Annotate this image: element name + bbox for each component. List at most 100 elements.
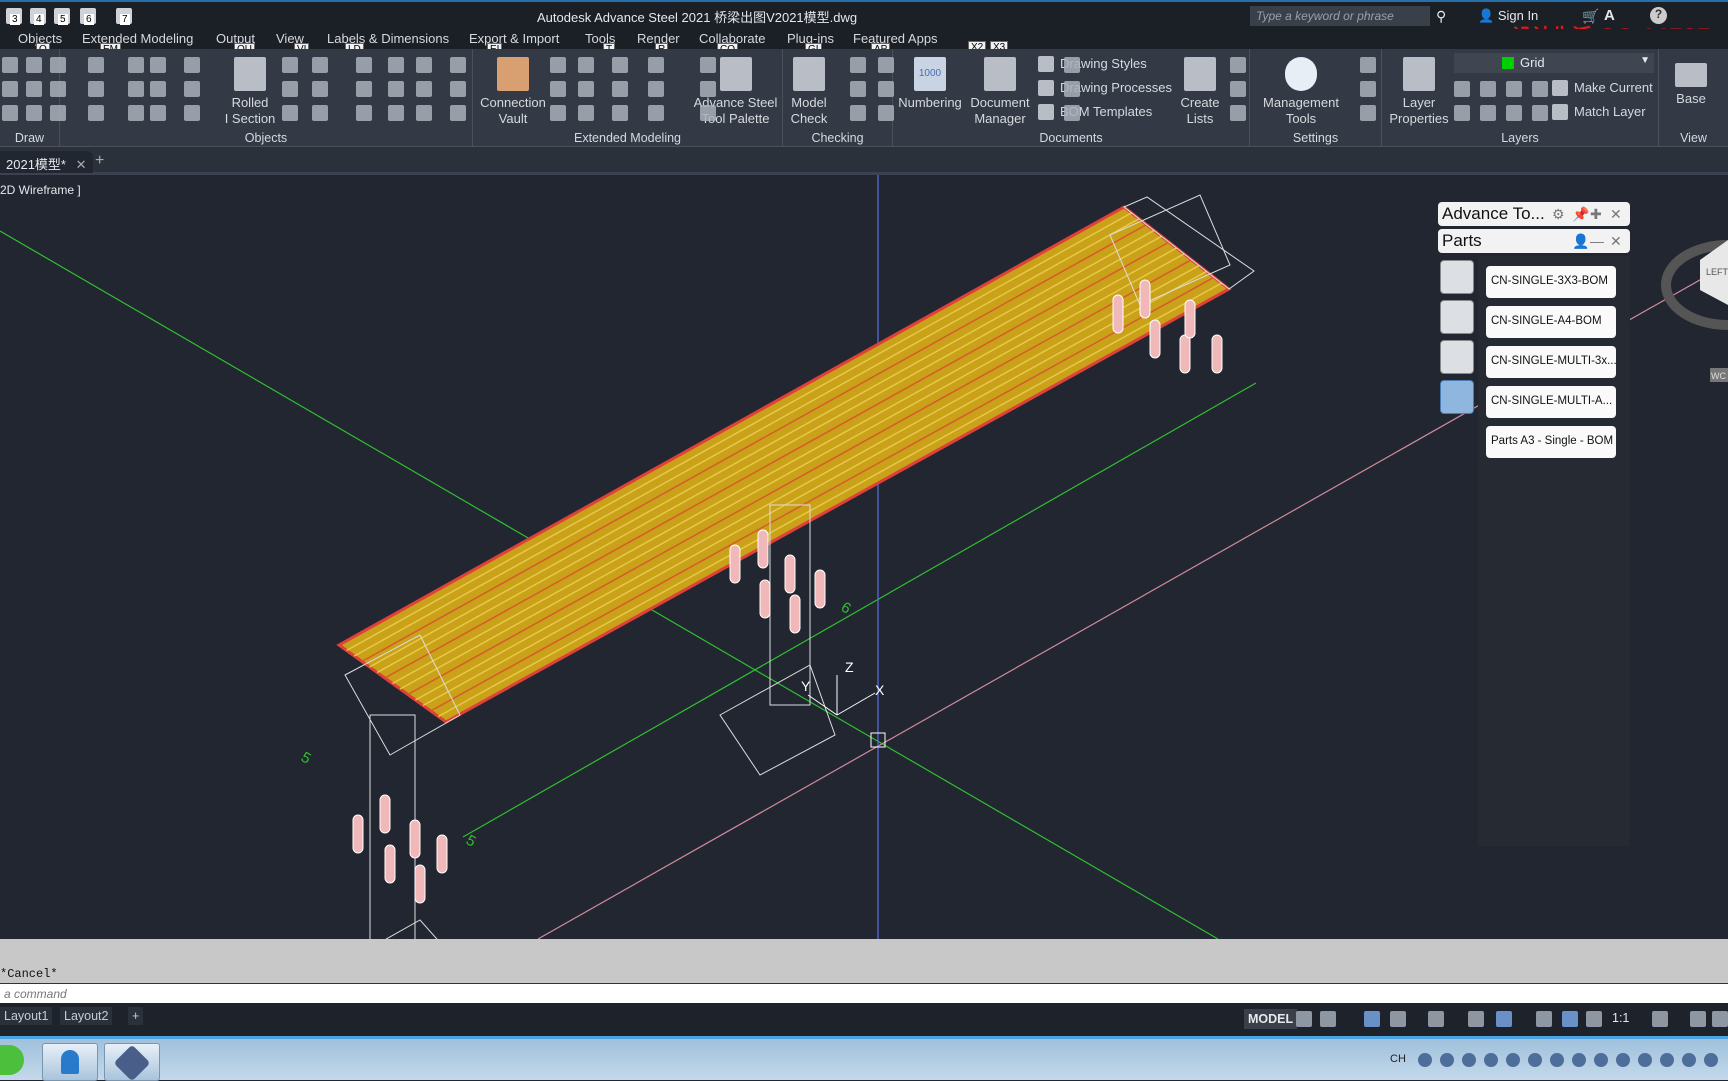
status-toggle-icon[interactable] xyxy=(1390,1011,1406,1027)
tool-icon[interactable] xyxy=(1506,105,1522,121)
tool-icon[interactable] xyxy=(50,57,66,73)
tool-icon[interactable] xyxy=(648,81,664,97)
tool-icon[interactable] xyxy=(26,57,42,73)
model-check-button[interactable]: Model Check xyxy=(783,57,835,127)
redo-icon[interactable]: 7 xyxy=(116,8,132,25)
status-toggle-icon[interactable] xyxy=(1690,1011,1706,1027)
panel-label[interactable]: Extended Modeling xyxy=(473,131,782,145)
status-toggle-icon[interactable] xyxy=(1320,1011,1336,1027)
layer-dropdown[interactable]: Grid ▼ xyxy=(1454,53,1654,73)
tool-icon[interactable] xyxy=(612,105,628,121)
tool-icon[interactable] xyxy=(416,105,432,121)
move-icon[interactable]: ✚ xyxy=(1590,206,1602,223)
status-toggle-icon[interactable] xyxy=(1496,1011,1512,1027)
taskbar-advance-steel[interactable] xyxy=(42,1043,98,1081)
tool-icon[interactable] xyxy=(312,105,328,121)
tool-icon[interactable] xyxy=(1230,105,1246,121)
new-tab-button[interactable]: + xyxy=(95,152,104,170)
tool-icon[interactable] xyxy=(282,105,298,121)
tool-icon[interactable] xyxy=(88,57,104,73)
palette-item[interactable]: CN-SINGLE-3X3-BOM xyxy=(1486,266,1616,298)
panel-label[interactable]: Draw xyxy=(0,131,59,145)
gear-icon[interactable]: ⚙ xyxy=(1552,206,1565,223)
close-icon[interactable]: ✕ xyxy=(76,157,87,172)
panel-label[interactable]: Checking xyxy=(783,131,892,145)
create-lists-button[interactable]: Create Lists xyxy=(1175,57,1225,127)
tray-icon[interactable] xyxy=(1638,1053,1652,1067)
tool-icon[interactable] xyxy=(612,81,628,97)
tool-icon[interactable] xyxy=(88,105,104,121)
palette-item[interactable]: CN-SINGLE-MULTI-A... xyxy=(1486,386,1616,418)
tool-icon[interactable] xyxy=(700,81,716,97)
tray-icon[interactable] xyxy=(1594,1053,1608,1067)
tool-icon[interactable] xyxy=(2,105,18,121)
tool-icon[interactable] xyxy=(388,57,404,73)
tool-icon[interactable] xyxy=(578,57,594,73)
tool-icon[interactable] xyxy=(1360,105,1376,121)
rolled-section-button[interactable]: Rolled I Section xyxy=(210,57,290,127)
tab-layout2[interactable]: Layout2 xyxy=(60,1007,113,1025)
palette-tab-beams-icon[interactable] xyxy=(1440,260,1474,294)
tool-icon[interactable] xyxy=(850,57,866,73)
tool-icon[interactable] xyxy=(150,57,166,73)
tool-icon[interactable] xyxy=(878,57,894,73)
panel-label[interactable]: View xyxy=(1659,131,1728,145)
tray-icon[interactable] xyxy=(1506,1053,1520,1067)
tool-icon[interactable] xyxy=(850,105,866,121)
tool-icon[interactable] xyxy=(1480,105,1496,121)
palette-section-header[interactable]: Parts 👤 — ✕ xyxy=(1438,229,1630,253)
tool-icon[interactable] xyxy=(26,105,42,121)
tool-icon[interactable] xyxy=(612,57,628,73)
document-tab[interactable]: 2021模型* ✕ xyxy=(0,151,93,173)
tool-icon[interactable] xyxy=(1506,81,1522,97)
bom-templates-button[interactable]: BOM Templates xyxy=(1038,103,1152,121)
tool-icon[interactable] xyxy=(648,105,664,121)
tool-icon[interactable] xyxy=(150,81,166,97)
palette-tab-camera-icon[interactable] xyxy=(1440,300,1474,334)
tool-icon[interactable] xyxy=(356,57,372,73)
close-icon[interactable]: ✕ xyxy=(1610,206,1622,223)
tray-icon[interactable] xyxy=(1550,1053,1564,1067)
wcs-label[interactable]: WC xyxy=(1711,371,1726,381)
tray-icon[interactable] xyxy=(1462,1053,1476,1067)
tool-icon[interactable] xyxy=(578,105,594,121)
tool-icon[interactable] xyxy=(128,57,144,73)
tray-icon[interactable] xyxy=(1418,1053,1432,1067)
tool-icon[interactable] xyxy=(184,81,200,97)
tool-icon[interactable] xyxy=(700,57,716,73)
add-layout-button[interactable]: + xyxy=(128,1007,144,1025)
tool-icon[interactable] xyxy=(2,81,18,97)
new-icon[interactable]: 3 xyxy=(6,8,22,25)
tool-icon[interactable] xyxy=(450,57,466,73)
tool-icon[interactable] xyxy=(1064,105,1080,121)
match-layer-button[interactable]: Match Layer xyxy=(1552,103,1646,121)
tool-icon[interactable] xyxy=(282,57,298,73)
tool-icon[interactable] xyxy=(1064,57,1080,73)
command-input[interactable]: a command xyxy=(0,983,1728,1003)
tool-icon[interactable] xyxy=(1480,81,1496,97)
tab-layout1[interactable]: Layout1 xyxy=(0,1007,53,1025)
tool-icon[interactable] xyxy=(416,57,432,73)
open-icon[interactable]: 4 xyxy=(30,8,46,25)
tab-featured-apps[interactable]: Featured Apps xyxy=(853,31,938,46)
user-icon[interactable]: 👤 xyxy=(1572,233,1589,250)
tray-icon[interactable] xyxy=(1704,1053,1718,1067)
pin-icon[interactable]: 📌 xyxy=(1572,206,1589,223)
tool-icon[interactable] xyxy=(1454,105,1470,121)
palette-item[interactable]: Parts A3 - Single - BOM xyxy=(1486,426,1616,458)
status-toggle-icon[interactable] xyxy=(1562,1011,1578,1027)
tool-icon[interactable] xyxy=(648,57,664,73)
status-toggle-icon[interactable] xyxy=(1536,1011,1552,1027)
tray-icon[interactable] xyxy=(1660,1053,1674,1067)
panel-label[interactable]: Documents xyxy=(893,131,1249,145)
tool-icon[interactable] xyxy=(550,81,566,97)
palette-item[interactable]: CN-SINGLE-MULTI-3x... xyxy=(1486,346,1616,378)
palette-tab-parts-icon[interactable] xyxy=(1440,380,1474,414)
save-icon[interactable]: 5 xyxy=(54,8,70,25)
model-space-button[interactable]: MODEL xyxy=(1244,1009,1298,1029)
tool-icon[interactable] xyxy=(388,81,404,97)
tool-icon[interactable] xyxy=(26,81,42,97)
tool-icon[interactable] xyxy=(1230,81,1246,97)
search-input[interactable]: Type a keyword or phrase xyxy=(1250,6,1430,26)
tool-icon[interactable] xyxy=(1230,57,1246,73)
